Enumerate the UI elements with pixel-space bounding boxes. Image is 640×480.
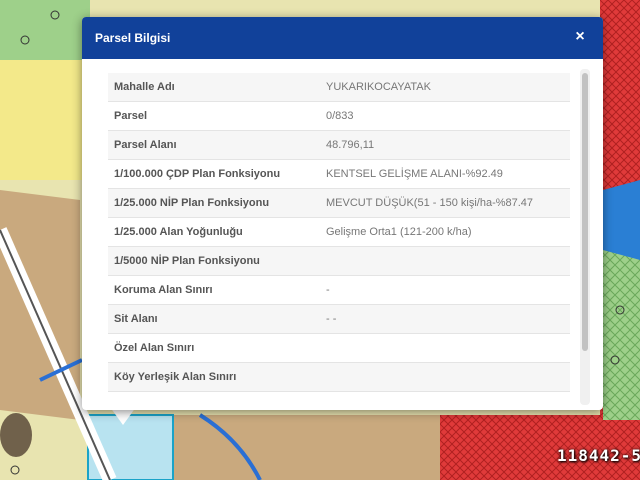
parcel-info-popup: Parsel Bilgisi × Mahalle Adı YUKARIKOCAYA… xyxy=(82,17,603,410)
row-value xyxy=(320,362,570,392)
row-key: Koruma Alan Sınırı xyxy=(108,275,320,305)
row-key: Parsel xyxy=(108,101,320,131)
table-row: Sit Alanı - - xyxy=(108,304,570,334)
map-yellow-parcel xyxy=(0,60,85,180)
row-value xyxy=(320,246,570,276)
row-value: - - xyxy=(320,304,570,334)
table-row: Parsel Alanı 48.796,11 xyxy=(108,130,570,160)
row-value: 48.796,11 xyxy=(320,130,570,160)
parcel-info-table: Mahalle Adı YUKARIKOCAYATAK Parsel 0/833 P… xyxy=(108,73,570,392)
agency-logo xyxy=(0,413,32,457)
vertical-scrollbar[interactable] xyxy=(580,69,590,405)
row-key: Köy Yerleşik Alan Sınırı xyxy=(108,362,320,392)
row-key: Mahalle Adı xyxy=(108,73,320,102)
table-row: Parsel 0/833 xyxy=(108,101,570,131)
row-value: YUKARIKOCAYATAK xyxy=(320,73,570,102)
close-icon[interactable]: × xyxy=(569,26,591,48)
popup-header: Parsel Bilgisi × xyxy=(82,17,603,59)
row-value: Gelişme Orta1 (121-200 k/ha) xyxy=(320,217,570,247)
table-row: Mahalle Adı YUKARIKOCAYATAK xyxy=(108,73,570,102)
scrollbar-thumb[interactable] xyxy=(582,73,588,351)
row-key: Sit Alanı xyxy=(108,304,320,334)
map-green-zone-right xyxy=(603,250,640,420)
row-value: 0/833 xyxy=(320,101,570,131)
row-key: Özel Alan Sınırı xyxy=(108,333,320,363)
row-value: KENTSEL GELİŞME ALANI-%92.49 xyxy=(320,159,570,189)
row-key: 1/100.000 ÇDP Plan Fonksiyonu xyxy=(108,159,320,189)
table-row: 1/5000 NİP Plan Fonksiyonu xyxy=(108,246,570,276)
parcel-info-table-wrap[interactable]: Mahalle Adı YUKARIKOCAYATAK Parsel 0/833 P… xyxy=(108,73,570,406)
row-key: 1/25.000 Alan Yoğunluğu xyxy=(108,217,320,247)
row-value xyxy=(320,333,570,363)
table-row: Köy Yerleşik Alan Sınırı xyxy=(108,362,570,392)
table-row: Koruma Alan Sınırı - xyxy=(108,275,570,305)
map-green-park xyxy=(0,0,90,60)
map-blue-water-right xyxy=(603,180,640,260)
row-key: Parsel Alanı xyxy=(108,130,320,160)
popup-title: Parsel Bilgisi xyxy=(95,31,171,45)
map-red-zone-bottom xyxy=(440,420,560,480)
row-key: 1/5000 NİP Plan Fonksiyonu xyxy=(108,246,320,276)
map-brown-parcel-bottom xyxy=(140,415,440,480)
table-row: 1/25.000 Alan Yoğunluğu Gelişme Orta1 (12… xyxy=(108,217,570,247)
table-row: 1/100.000 ÇDP Plan Fonksiyonu KENTSEL GEL… xyxy=(108,159,570,189)
listing-watermark: 118442-5 xyxy=(557,446,640,465)
table-row: 1/25.000 NİP Plan Fonksiyonu MEVCUT DÜŞÜK… xyxy=(108,188,570,218)
row-key: 1/25.000 NİP Plan Fonksiyonu xyxy=(108,188,320,218)
row-value: MEVCUT DÜŞÜK(51 - 150 kişi/ha-%87.47 xyxy=(320,188,570,218)
row-value: - xyxy=(320,275,570,305)
table-row: Özel Alan Sınırı xyxy=(108,333,570,363)
